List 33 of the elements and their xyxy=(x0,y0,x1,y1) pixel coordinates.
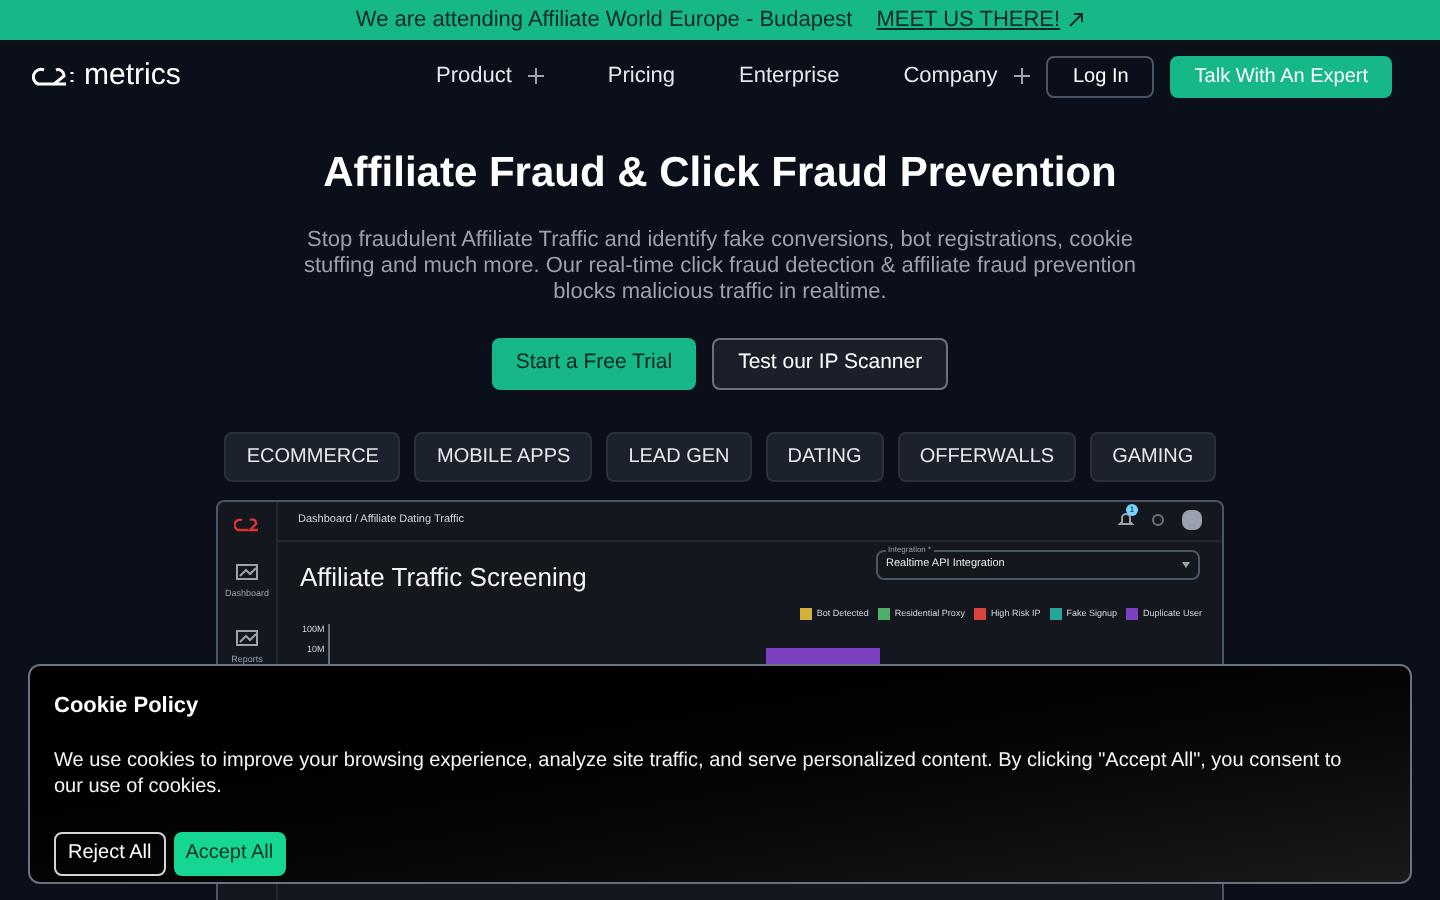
nav-link[interactable]: Enterprise xyxy=(739,59,840,93)
cookie-title: Cookie Policy xyxy=(54,692,201,722)
settings-icon[interactable] xyxy=(1150,512,1166,528)
category-tab[interactable]: GAMING xyxy=(1090,431,1216,481)
monitor-icon[interactable] xyxy=(235,563,258,583)
cookie-text: We use cookies to improve your browsing experience, analyze site traffic, and serve personalized content. By clicking "Accept All", you consent to our use of cookies. xyxy=(54,747,1344,799)
nav-link[interactable]: Product xyxy=(436,59,544,93)
announcement-text: We are attending Affiliate World Europe - Budapest xyxy=(355,5,853,36)
nav-link[interactable]: Pricing xyxy=(607,59,676,93)
category-tab[interactable]: LEAD GEN xyxy=(606,431,752,481)
category-tab[interactable]: OFFERWALLS xyxy=(897,431,1077,481)
logo-text: metrics xyxy=(84,55,181,96)
bell-icon[interactable] xyxy=(1118,512,1134,528)
trial-button[interactable]: Start a Free Trial xyxy=(491,337,697,389)
hero-description: Stop fraudulent Affiliate Traffic and identify fake conversions, bot registrations, cookie stuffing and much more. Our real-time click fraud detection & affiliate fraud prevention blocks malicious traffic in realtime. xyxy=(302,227,1138,305)
chart-bar xyxy=(766,647,881,664)
chart-icon[interactable] xyxy=(235,630,258,651)
login-button[interactable]: Log In xyxy=(1046,55,1155,97)
dashboard-title: Affiliate Traffic Screening xyxy=(300,559,587,596)
accept-button[interactable]: Accept All xyxy=(173,831,286,875)
scanner-button[interactable]: Test our IP Scanner xyxy=(712,337,949,389)
reject-button[interactable]: Reject All xyxy=(54,831,166,875)
hero-title: Affiliate Fraud & Click Fraud Prevention xyxy=(321,148,1119,200)
category-tab[interactable]: DATING xyxy=(765,431,884,481)
arrow-icon xyxy=(1068,12,1085,28)
nav-link[interactable]: Company xyxy=(903,59,1030,93)
logo-icon xyxy=(233,517,261,533)
category-tab[interactable]: ECOMMERCE xyxy=(224,431,401,481)
caret-icon xyxy=(1182,561,1190,567)
meet-us-link[interactable]: MEET US THERE! xyxy=(876,3,1085,37)
category-tab[interactable]: MOBILE APPS xyxy=(414,431,593,481)
avatar[interactable] xyxy=(1182,510,1202,530)
logo-icon xyxy=(32,64,76,88)
